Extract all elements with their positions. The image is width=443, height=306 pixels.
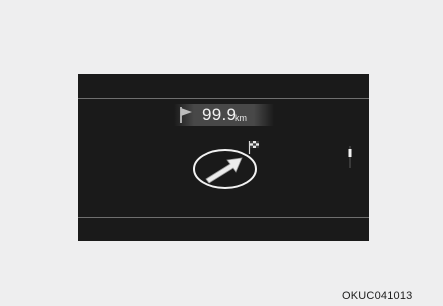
top-divider — [78, 98, 369, 99]
distance-unit: km — [235, 113, 247, 123]
bottom-divider — [78, 217, 369, 218]
flag-icon — [180, 107, 192, 123]
checkered-flag-icon — [248, 141, 259, 154]
scroll-indicator — [348, 146, 352, 168]
distance-value: 99.9 — [202, 105, 237, 124]
turn-direction-icon — [193, 149, 257, 189]
figure-code: OKUC041013 — [342, 290, 413, 302]
instrument-cluster-display: 99.9 km — [78, 74, 369, 241]
arrow-up-right-icon — [205, 157, 243, 184]
